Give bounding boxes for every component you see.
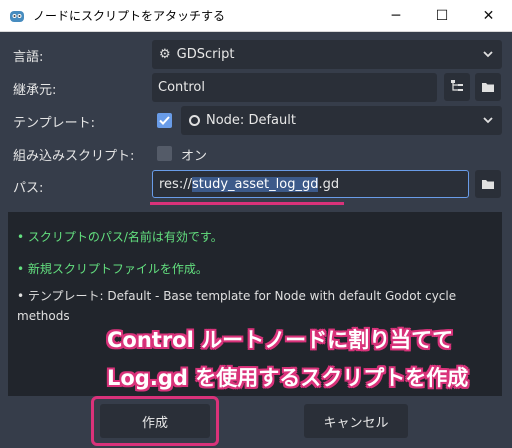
template-checkbox[interactable] <box>157 113 172 128</box>
info-template: • テンプレート: Default - Base template for No… <box>17 289 457 323</box>
path-input[interactable]: res://study_asset_log_gd .gd <box>152 170 469 198</box>
close-button[interactable]: ✕ <box>465 0 512 32</box>
window-title: ノードにスクリプトをアタッチする <box>33 9 226 23</box>
annotation-line-1: Control ルートノードに割り当てて <box>107 328 454 352</box>
maximize-button[interactable]: ☐ <box>419 0 465 32</box>
path-prefix: res:// <box>159 176 192 192</box>
godot-app-icon <box>9 8 25 24</box>
node-circle-icon <box>189 115 200 126</box>
minimize-button[interactable]: ─ <box>373 0 419 32</box>
language-label: 言語: <box>13 50 44 65</box>
inherits-value: Control <box>158 80 205 95</box>
path-text: res://study_asset_log_gd .gd <box>159 176 340 192</box>
class-tree-button[interactable] <box>444 73 470 101</box>
path-browse-button[interactable] <box>475 170 501 198</box>
path-underline-highlight <box>150 202 344 205</box>
template-value: Node: Default <box>206 113 296 128</box>
chevron-down-icon <box>482 48 494 64</box>
annotation-line-2: Log.gd を使用するスクリプトを作成 <box>107 366 469 390</box>
create-button[interactable]: 作成 <box>100 404 210 438</box>
path-suffix: .gd <box>318 176 340 192</box>
inherits-browse-button[interactable] <box>475 73 501 101</box>
gear-icon: ⚙ <box>159 47 171 62</box>
builtin-label: 組み込みスクリプト: <box>13 149 135 164</box>
builtin-checkbox[interactable] <box>157 146 172 161</box>
builtin-toggle-label: オン <box>181 149 208 164</box>
inherits-input[interactable]: Control <box>152 73 437 102</box>
template-select[interactable]: Node: Default <box>181 106 502 135</box>
folder-icon <box>481 78 495 97</box>
path-selected: study_asset_log_gd <box>191 176 319 192</box>
template-label: テンプレート: <box>13 116 95 131</box>
chevron-down-icon <box>482 114 494 130</box>
language-select[interactable]: ⚙ GDScript <box>152 40 502 69</box>
info-new-file: • 新規スクリプトファイルを作成。 <box>17 262 208 276</box>
folder-icon <box>481 175 495 194</box>
check-icon <box>159 116 170 125</box>
language-value: GDScript <box>176 47 235 62</box>
inherits-label: 継承元: <box>13 83 57 98</box>
cancel-button[interactable]: キャンセル <box>304 404 408 438</box>
tree-icon <box>450 78 464 97</box>
info-valid-path: • スクリプトのパス/名前は有効です。 <box>17 230 223 244</box>
path-label: パス: <box>13 181 44 196</box>
title-bar: ノードにスクリプトをアタッチする ─ ☐ ✕ <box>0 0 512 32</box>
